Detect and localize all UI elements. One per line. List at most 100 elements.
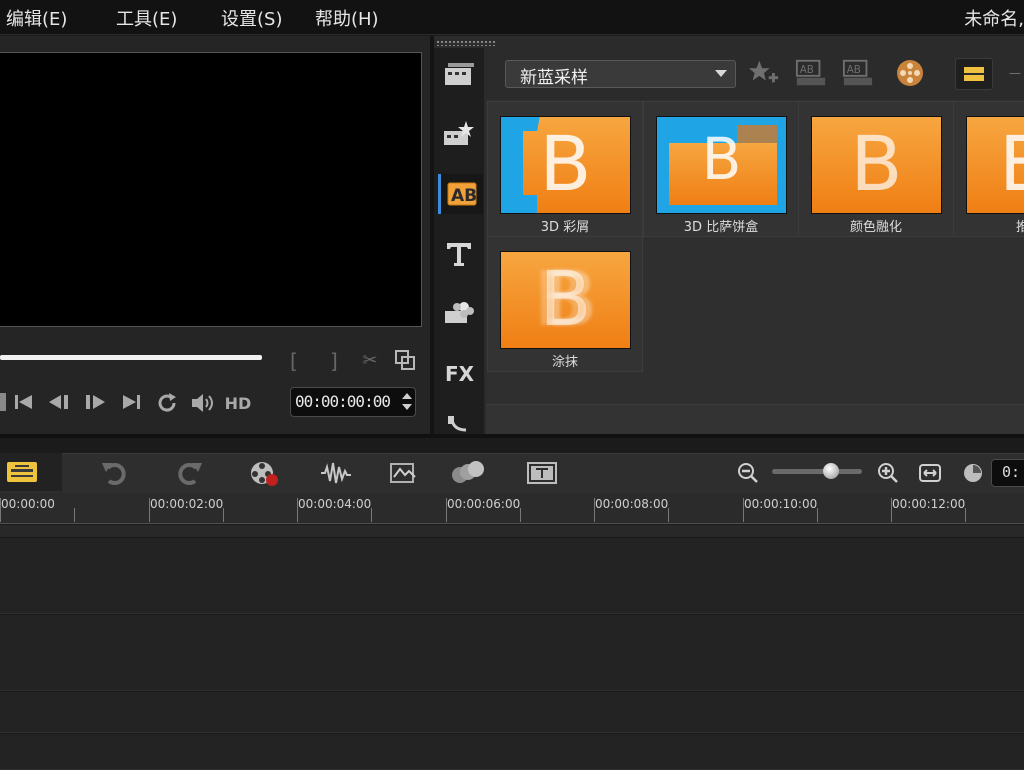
mark-in-icon[interactable]: [ (290, 351, 298, 371)
ruler-label: 00:00:12:00 (892, 497, 966, 511)
repeat-icon[interactable] (154, 391, 180, 415)
document-title: 未命名, (964, 9, 1024, 30)
timecode-up-icon[interactable] (402, 393, 412, 399)
list-view-icon[interactable]: — (1006, 58, 1024, 88)
next-frame-icon[interactable] (82, 392, 108, 414)
gallery-dropdown-value: 新蓝采样 (520, 68, 588, 88)
ruler-mid-tick (520, 508, 521, 522)
scrubber-bar[interactable] (0, 355, 262, 360)
ruler-mid-tick (817, 508, 818, 522)
transition-thumbnail: B (656, 116, 787, 214)
ruler-label: 00:00:10:00 (744, 497, 818, 511)
menu-bar: 编辑(E) 工具(E) 设置(S) 帮助(H) 未命名, (0, 0, 1024, 35)
transition-letter: B (539, 119, 592, 208)
transition-letter: B (539, 254, 592, 343)
ruler-label: 00:00:06:00 (447, 497, 521, 511)
tile-label: 颜色融化 (849, 220, 902, 235)
ruler-mid-tick (223, 508, 224, 522)
film-reel-icon[interactable] (894, 58, 926, 88)
play-mode-indicator (0, 393, 6, 411)
timecode-value: 00:00:00:00 (295, 392, 391, 411)
svg-text:AB: AB (847, 64, 861, 76)
panel-grip[interactable] (436, 40, 496, 46)
tile-label: 涂抹 (551, 355, 578, 370)
zoom-slider[interactable] (772, 469, 862, 474)
sound-mixer-icon[interactable] (318, 456, 354, 490)
enlarge-preview-icon[interactable] (393, 349, 417, 373)
end-icon[interactable] (119, 392, 145, 414)
chevron-down-icon (715, 70, 727, 77)
transition-icon[interactable]: AB (438, 174, 483, 214)
zoom-slider-handle[interactable] (823, 463, 839, 479)
fit-project-icon[interactable] (912, 456, 948, 490)
transition-tile-push[interactable]: B 推 (953, 101, 1024, 237)
hd-preview-button[interactable]: HD (222, 394, 254, 414)
subtitle-editor-icon[interactable] (524, 456, 560, 490)
timeline-track[interactable] (0, 537, 1024, 614)
timeline-track[interactable] (0, 614, 1024, 691)
undo-icon[interactable] (96, 456, 132, 490)
ruler-mid-tick (668, 508, 669, 522)
record-capture-icon[interactable] (246, 456, 282, 490)
timeline-view-toggle[interactable] (0, 453, 62, 491)
transition-tile-color-melt[interactable]: B 颜色融化 (798, 101, 954, 237)
transition-thumbnail: B (811, 116, 942, 214)
transition-tile-3d-confetti[interactable]: B 3D 彩屑 (487, 101, 643, 237)
home-icon[interactable] (12, 392, 36, 414)
path-icon[interactable] (438, 412, 480, 434)
timecode-field[interactable]: 00:00:00:00 (290, 387, 416, 417)
apply-current-transition-icon[interactable]: AB (842, 58, 874, 88)
project-duration-icon (955, 456, 991, 490)
menu-settings[interactable]: 设置(S) (221, 5, 282, 31)
track-header-strip (0, 524, 1024, 538)
gallery-dropdown[interactable]: 新蓝采样 (505, 60, 736, 88)
previous-frame-icon[interactable] (47, 392, 73, 414)
ruler-mid-tick (371, 508, 372, 522)
project-duration-field[interactable]: 0: (991, 459, 1024, 487)
ruler-mid-tick (965, 508, 966, 522)
transition-letter: B (701, 125, 742, 193)
preview-window[interactable] (0, 52, 422, 327)
redo-icon[interactable] (172, 456, 208, 490)
ruler-label: 00:00:00 (1, 497, 55, 511)
timeline-track[interactable] (0, 733, 1024, 770)
thumbnail-view-icon[interactable] (955, 58, 993, 90)
svg-text:FX: FX (445, 362, 475, 385)
timeline-divider[interactable] (0, 434, 1024, 438)
add-to-favorites-icon[interactable] (748, 58, 780, 88)
ruler-mid-tick (74, 508, 75, 522)
apply-random-transition-icon[interactable]: AB (795, 58, 827, 88)
transition-thumbnail: B (500, 116, 631, 214)
media-icon[interactable] (438, 54, 480, 94)
transition-letter: B (850, 119, 903, 208)
menu-tools[interactable]: 工具(E) (116, 5, 177, 31)
transition-thumbnail: B (966, 116, 1024, 214)
split-clip-icon[interactable]: ✂ (358, 351, 382, 371)
volume-icon[interactable] (189, 391, 217, 415)
zoom-in-icon[interactable] (870, 456, 906, 490)
transition-thumbnail: B (500, 251, 631, 349)
transition-tile-smear[interactable]: B 涂抹 (487, 236, 643, 372)
svg-text:AB: AB (800, 64, 814, 76)
library-statusbar (486, 404, 1024, 435)
mark-out-icon[interactable]: ] (330, 351, 338, 371)
ruler-label: 00:00:04:00 (298, 497, 372, 511)
transition-tile-3d-pizza-box[interactable]: B 3D 比萨饼盒 (643, 101, 799, 237)
title-icon[interactable] (438, 234, 480, 274)
timeline-track[interactable] (0, 691, 1024, 733)
auto-music-icon[interactable] (386, 456, 422, 490)
project-duration-value: 0: (1002, 463, 1021, 481)
menu-help[interactable]: 帮助(H) (315, 5, 379, 31)
transition-letter: B (999, 119, 1024, 208)
tile-label: 推 (1016, 216, 1024, 235)
timecode-down-icon[interactable] (402, 404, 412, 410)
ruler-label: 00:00:02:00 (150, 497, 224, 511)
zoom-out-icon[interactable] (730, 456, 766, 490)
filter-icon[interactable]: FX (438, 352, 480, 392)
motion-tracking-icon[interactable] (450, 456, 486, 490)
instant-project-icon[interactable] (438, 114, 480, 154)
svg-text:AB: AB (451, 186, 477, 206)
graphic-icon[interactable] (438, 292, 480, 332)
menu-edit[interactable]: 编辑(E) (6, 5, 67, 31)
tile-label: 3D 彩屑 (540, 220, 590, 235)
